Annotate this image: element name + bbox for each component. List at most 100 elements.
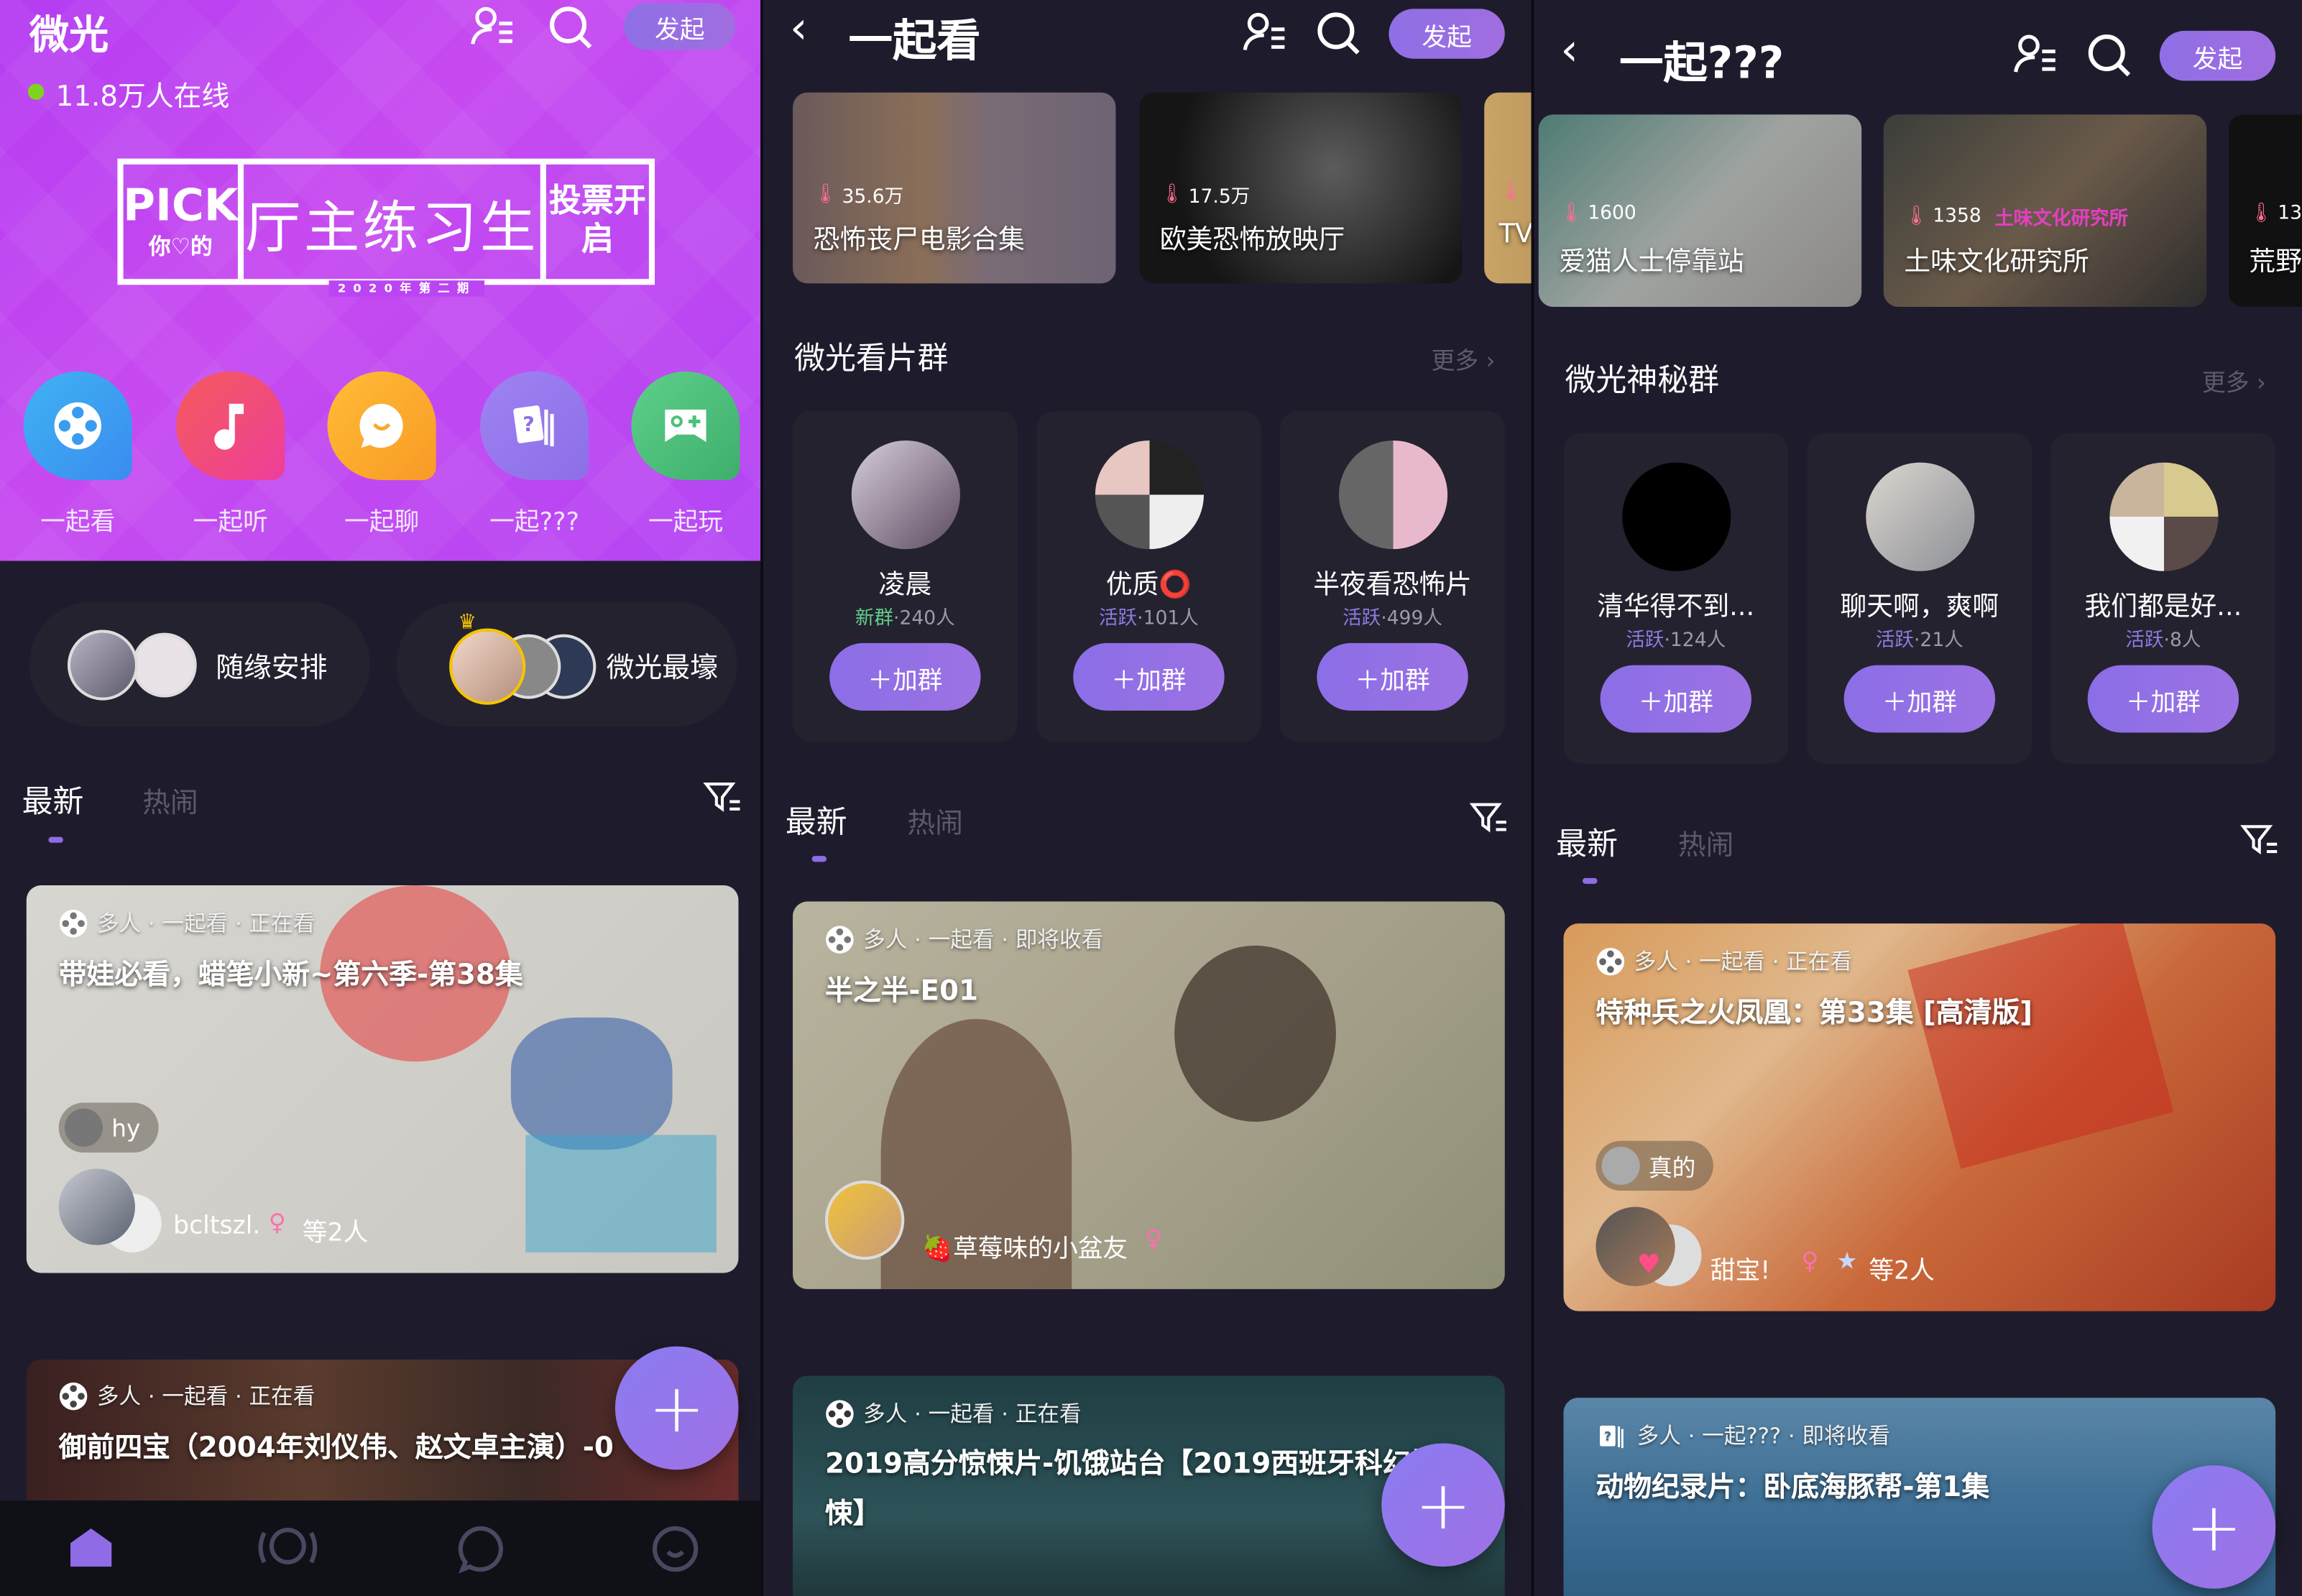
room-card[interactable]: 🌡 17.5万欧美恐怖放映厅 xyxy=(1139,92,1463,284)
start-button[interactable]: 发起 xyxy=(624,3,736,50)
heat-count: 🌡 35.6万 xyxy=(814,180,904,208)
feed-title: 动物纪录片：卧底海豚帮-第1集 xyxy=(1596,1471,1990,1504)
room-card[interactable]: 🌡 35.6万 恐怖丧尸电影合集 xyxy=(793,92,1116,284)
home-icon[interactable] xyxy=(68,1526,114,1569)
smile-icon[interactable] xyxy=(650,1524,700,1574)
back-icon[interactable]: ‹ xyxy=(790,3,808,55)
join-group-button[interactable]: ＋加群 xyxy=(829,642,981,711)
category-play[interactable]: 一起玩 xyxy=(631,371,740,538)
thermometer-icon: 🌡 xyxy=(1159,183,1184,206)
group-avatar xyxy=(1866,462,1975,571)
category-mystery[interactable]: ? 一起??? xyxy=(479,371,589,538)
app-title: 微光 xyxy=(29,13,109,59)
start-button[interactable]: 发起 xyxy=(1389,9,1505,59)
room-card[interactable]: 🌡 1600 爱猫人士停靠站 xyxy=(1538,114,1862,308)
category-listen[interactable]: 一起听 xyxy=(176,371,285,538)
tab-latest[interactable]: 最新 xyxy=(1556,821,1618,864)
tab-latest[interactable]: 最新 xyxy=(22,778,84,822)
group-stats: 新群·240人 xyxy=(793,602,1018,630)
tab-indicator xyxy=(1583,877,1598,885)
user-list-icon[interactable] xyxy=(1242,11,1289,52)
broadcast-icon[interactable] xyxy=(255,1524,320,1571)
search-icon[interactable] xyxy=(548,4,594,51)
more-label: 更多 xyxy=(2202,368,2250,397)
create-fab[interactable]: + xyxy=(2152,1465,2276,1589)
feed-card[interactable]: 多人 · 一起看 · 即将收看 半之半-E01 🍓草莓味的小盆友 ♀ xyxy=(793,901,1505,1289)
category-chat[interactable]: 一起聊 xyxy=(327,371,436,538)
join-group-button[interactable]: ＋加群 xyxy=(1843,665,1996,733)
search-icon[interactable] xyxy=(2086,32,2133,79)
feed-title: 2019高分惊悚片-饥饿站台【2019西班牙科幻惊悚】 xyxy=(824,1447,1439,1531)
start-button[interactable]: 发起 xyxy=(2159,30,2276,81)
member-count: ·499人 xyxy=(1381,607,1442,630)
feed-card[interactable]: 多人 · 一起看 · 正在看 特种兵之火凤凰：第33集 [高清版] 真的 ♥ 甜… xyxy=(1563,923,2276,1311)
category-label: 一起聊 xyxy=(344,507,420,538)
group-card[interactable]: 聊天啊，爽啊 活跃·21人 ＋加群 xyxy=(1807,433,2032,764)
thermometer-icon: 🌡 xyxy=(1559,202,1584,225)
tab-hot[interactable]: 热闹 xyxy=(1678,824,1734,863)
more-link[interactable]: 更多 › xyxy=(2202,363,2266,398)
heat-count: 🌡 17.5万 xyxy=(1160,180,1251,208)
feed-meta-text: 多人 · 一起看 · 正在看 xyxy=(863,1401,1082,1427)
random-match-button[interactable]: 随缘安排 xyxy=(29,601,370,727)
more-link[interactable]: 更多 › xyxy=(1432,341,1496,376)
group-card[interactable]: 清华得不到... 活跃·124人 ＋加群 xyxy=(1563,433,1789,764)
room-card[interactable]: 🌡 TV xyxy=(1484,92,1532,284)
filter-icon[interactable] xyxy=(1469,802,1508,834)
feed-card[interactable]: 多人 · 一起看 · 正在看 带娃必看，蜡笔小新~第六季-第38集 hy bcl… xyxy=(26,885,739,1273)
group-tag: 活跃 xyxy=(2125,629,2164,652)
feed-meta-text: 多人 · 一起??? · 即将收看 xyxy=(1636,1422,1890,1449)
promo-banner[interactable]: PICK 你♡的 厅主练习生 投票开启 2020年第二期 xyxy=(117,158,655,297)
tab-hot[interactable]: 热闹 xyxy=(907,802,963,841)
online-dot xyxy=(27,83,45,100)
group-name: 我们都是好... xyxy=(2084,591,2242,623)
category-label: 一起??? xyxy=(489,507,579,538)
host-name: 🍓草莓味的小盆友 xyxy=(921,1235,1128,1265)
back-icon[interactable]: ‹ xyxy=(1560,25,1578,77)
category-label: 一起玩 xyxy=(648,507,724,538)
viewer-count: 等2人 xyxy=(1869,1256,1935,1286)
feed-title: 带娃必看，蜡笔小新~第六季-第38集 xyxy=(58,959,523,992)
category-watch[interactable]: 一起看 xyxy=(23,371,132,538)
tab-latest[interactable]: 最新 xyxy=(786,799,847,843)
join-group-button[interactable]: ＋加群 xyxy=(2087,665,2239,733)
heat-value: 130 xyxy=(2278,202,2302,225)
filter-icon[interactable] xyxy=(703,781,741,813)
banner-pick: PICK xyxy=(123,180,239,231)
thumbnail xyxy=(510,1017,673,1150)
search-icon[interactable] xyxy=(1315,10,1362,57)
user-list-icon[interactable] xyxy=(470,6,517,47)
create-fab[interactable]: + xyxy=(614,1346,739,1470)
tab-hot[interactable]: 热闹 xyxy=(142,781,198,821)
filter-icon[interactable] xyxy=(2240,824,2278,856)
user-list-icon[interactable] xyxy=(2013,34,2060,75)
page-title: 一起看 xyxy=(848,16,981,68)
group-card[interactable]: 我们都是好... 活跃·8人 ＋加群 xyxy=(2050,433,2276,764)
thermometer-icon: 🌡 xyxy=(1498,180,1524,203)
group-card[interactable]: 优质⭕ 活跃·101人 ＋加群 xyxy=(1036,411,1261,742)
join-group-button[interactable]: ＋加群 xyxy=(1600,665,1751,733)
feed-meta: 多人 · 一起看 · 正在看 xyxy=(825,1398,1082,1429)
banner-you: 你♡的 xyxy=(148,232,213,259)
pill-label: 微光最壕 xyxy=(606,652,718,685)
richest-match-button[interactable]: ♛ 微光最壕 xyxy=(396,601,737,727)
room-name: 欧美恐怖放映厅 xyxy=(1159,224,1345,256)
feed-meta: 多人 · 一起看 · 正在看 xyxy=(1596,946,1852,977)
room-card[interactable]: 🌡130 荒野 xyxy=(2228,114,2302,308)
group-name: 清华得不到... xyxy=(1597,591,1755,623)
group-card[interactable]: 凌晨 新群·240人 ＋加群 xyxy=(793,411,1018,742)
tab-indicator xyxy=(48,836,63,843)
group-card[interactable]: 半夜看恐怖片 活跃·499人 ＋加群 xyxy=(1280,411,1505,742)
join-group-button[interactable]: ＋加群 xyxy=(1073,642,1225,711)
section-title: 微光神秘群 xyxy=(1565,362,1720,398)
feed-meta-text: 多人 · 一起看 · 正在看 xyxy=(1634,948,1853,975)
chat-bubble-icon xyxy=(359,403,403,448)
create-fab[interactable]: + xyxy=(1381,1443,1505,1567)
room-card[interactable]: 🌡 1358 土味文化研究所 土味文化研究所 xyxy=(1883,114,2207,308)
join-group-button[interactable]: ＋加群 xyxy=(1317,642,1468,711)
heat-value: 35.6万 xyxy=(842,186,904,209)
avatar xyxy=(132,632,197,698)
group-avatar xyxy=(851,440,960,550)
image-overlay-text: 土味文化研究所 xyxy=(1994,208,2129,231)
message-icon[interactable] xyxy=(456,1524,506,1574)
